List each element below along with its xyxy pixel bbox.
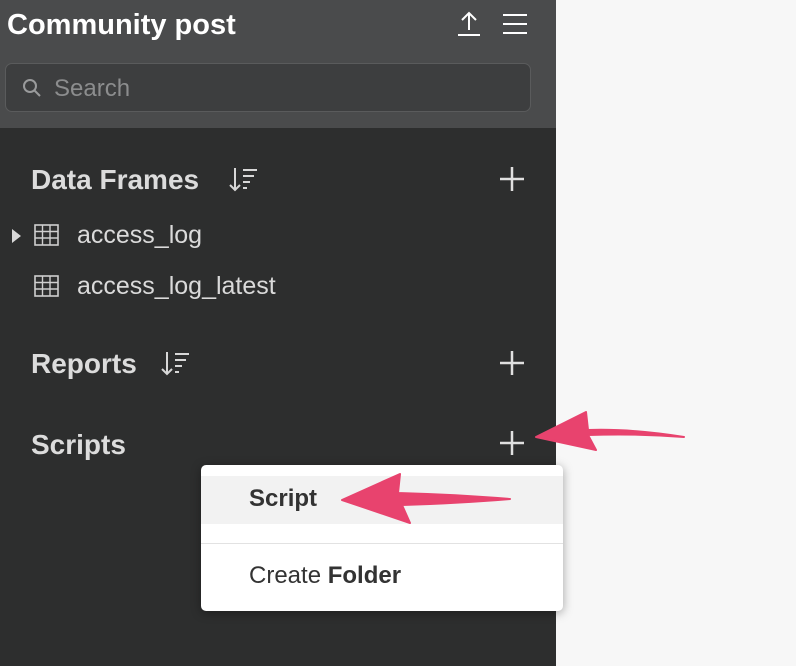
menu-item-script-label: Script xyxy=(249,485,318,512)
hamburger-menu-icon[interactable] xyxy=(500,9,530,39)
project-title: Community post xyxy=(7,9,236,41)
menu-divider xyxy=(201,543,563,544)
search-box[interactable] xyxy=(5,63,531,113)
main-panel xyxy=(556,0,796,666)
expand-caret-icon[interactable] xyxy=(12,229,21,243)
section-data-frames[interactable]: Data Frames xyxy=(31,162,199,198)
menu-item-create-folder-label: Create Folder xyxy=(249,560,401,592)
search-icon xyxy=(23,79,41,97)
folder-word: Folder xyxy=(327,562,402,589)
create-prefix: Create xyxy=(249,562,322,589)
section-reports[interactable]: Reports xyxy=(31,346,137,382)
sort-icon[interactable] xyxy=(229,166,259,194)
sidebar-header: Community post xyxy=(0,0,556,128)
section-scripts[interactable]: Scripts xyxy=(31,427,126,463)
add-script-icon[interactable] xyxy=(498,429,526,457)
add-script-menu: Script Create Folder xyxy=(201,465,563,611)
upload-icon[interactable] xyxy=(454,9,484,39)
search-input[interactable] xyxy=(52,64,526,113)
add-data-frame-icon[interactable] xyxy=(498,165,526,193)
data-frame-item-access-log-latest[interactable]: access_log_latest xyxy=(0,265,556,309)
data-frame-label: access_log xyxy=(77,221,203,249)
table-icon xyxy=(34,275,59,297)
data-frame-label: access_log_latest xyxy=(77,272,276,300)
menu-item-script[interactable]: Script xyxy=(201,476,563,524)
table-icon xyxy=(34,224,59,246)
data-frame-item-access-log[interactable]: access_log xyxy=(0,214,556,258)
sort-icon[interactable] xyxy=(161,350,191,378)
menu-item-create-folder[interactable]: Create Folder xyxy=(201,553,563,601)
add-report-icon[interactable] xyxy=(498,349,526,377)
